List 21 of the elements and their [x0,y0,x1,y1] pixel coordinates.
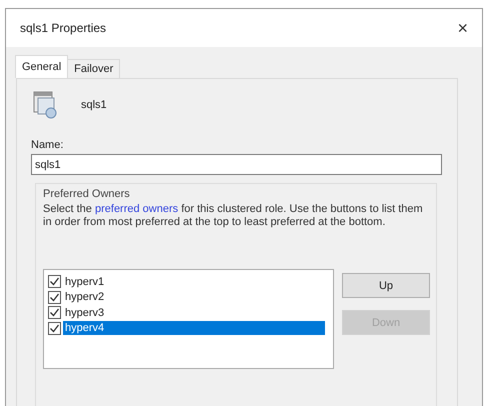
owner-item[interactable]: hyperv1 [63,274,106,289]
description-text: Select the preferred owners for this clustered role. Use the buttons to list them in order from most preferred at the top to least preferred at the bottom. [43,203,424,229]
tab[interactable]: Failover [67,59,120,78]
server-window-icon [33,91,59,119]
up-button[interactable]: Up [342,273,430,298]
tab[interactable]: General [15,55,68,78]
checkbox[interactable] [48,290,61,304]
checkbox[interactable] [48,275,61,288]
role-name: sqls1 [81,99,107,111]
owner-item[interactable]: hyperv3 [63,306,106,320]
owner-item[interactable]: hyperv4 [63,321,325,336]
checkbox[interactable] [48,322,61,335]
name-label: Name: [31,139,64,151]
close-button[interactable]: × [453,18,472,38]
name-input-field[interactable]: sqls1 [31,154,442,175]
group-title: Preferred Owners [43,188,130,200]
preferred-owners-link[interactable]: preferred owners [94,203,178,215]
window-title: sqls1 Properties [20,21,106,35]
checkbox[interactable] [48,306,61,320]
owners-list[interactable]: hyperv1 hyperv2 hyperv3 hyperv4 [43,269,334,369]
owner-item[interactable]: hyperv2 [63,290,106,304]
